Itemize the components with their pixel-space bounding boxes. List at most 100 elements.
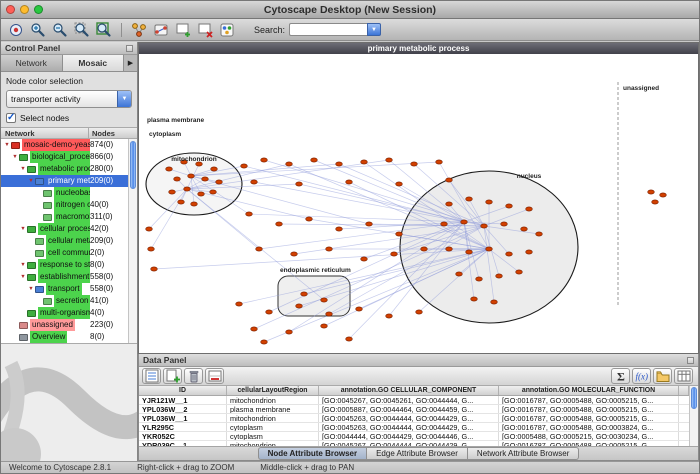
svg-text:Σ: Σ <box>617 370 625 384</box>
tree-row[interactable]: ▼primary metab209(0) <box>1 175 128 187</box>
tab-mosaic[interactable]: Mosaic <box>63 55 125 71</box>
table-cell[interactable]: YLR295C <box>139 423 227 431</box>
table-cell[interactable]: mitochondrion <box>227 396 319 404</box>
table-cell[interactable]: YPL036W__1 <box>139 414 227 422</box>
expand-arrow-icon[interactable]: ▼ <box>19 223 27 235</box>
tree-row[interactable]: macromolecule311(0) <box>1 211 128 223</box>
select-attributes-icon[interactable] <box>142 368 161 384</box>
attribute-table: IDcellularLayoutRegionannotation.GO CELL… <box>139 386 689 446</box>
table-cell[interactable]: [GO:0045263, GO:0044444, GO:0044429, G..… <box>319 414 499 422</box>
hide-selected-icon[interactable] <box>151 21 171 39</box>
node-count: 558(0) <box>90 283 128 295</box>
tree-row[interactable]: ▼metabolic process280(0) <box>1 163 128 175</box>
create-view-icon[interactable] <box>173 21 193 39</box>
first-neighbors-icon[interactable] <box>129 21 149 39</box>
select-nodes-option[interactable]: ✓ Select nodes <box>1 111 137 127</box>
tree-row[interactable]: cell communica2(0) <box>1 247 128 259</box>
zoom-out-icon[interactable] <box>50 21 70 39</box>
table-scrollbar[interactable] <box>689 386 698 446</box>
table-cell[interactable]: [GO:0016787, GO:0005488, GO:0005215, G..… <box>499 396 679 404</box>
attribute-grid-icon[interactable] <box>674 368 693 384</box>
expand-arrow-icon[interactable]: ▼ <box>11 151 19 163</box>
tree-row[interactable]: ▼response to stimul8(0) <box>1 259 128 271</box>
node-count: 4(0) <box>90 307 128 319</box>
search-dropdown-icon[interactable]: ▼ <box>367 23 381 36</box>
destroy-view-icon[interactable] <box>195 21 215 39</box>
expand-arrow-icon[interactable]: ▼ <box>19 259 27 271</box>
float-panel-icon[interactable] <box>687 357 694 364</box>
vizmapper-icon[interactable] <box>217 21 237 39</box>
snapshot-icon[interactable] <box>6 21 26 39</box>
zoom-in-icon[interactable] <box>28 21 48 39</box>
table-cell[interactable]: [GO:0045267, GO:0045261, GO:0044444, G..… <box>319 396 499 404</box>
expand-arrow-icon[interactable]: ▼ <box>27 175 35 187</box>
expand-arrow-icon[interactable]: ▼ <box>27 283 35 295</box>
window-titlebar: Cytoscape Desktop (New Session) <box>1 1 699 19</box>
color-attribute-dropdown[interactable]: transporter activity ▼ <box>6 90 132 108</box>
tab-node-attribute-browser[interactable]: Node Attribute Browser <box>258 447 368 460</box>
table-cell[interactable]: [GO:0016787, GO:0005488, GO:0005215, G..… <box>499 414 679 422</box>
table-cell[interactable]: [GO:0005488, GO:0005215, GO:0030234, G..… <box>499 432 679 440</box>
sum-icon[interactable]: Σ <box>611 368 630 384</box>
tree-row[interactable]: Overview8(0) <box>1 331 128 343</box>
table-row[interactable]: YKR052Ccytoplasm[GO:0044444, GO:0044429,… <box>139 432 689 441</box>
table-cell[interactable]: [GO:0044444, GO:0044429, GO:0044446, G..… <box>319 432 499 440</box>
table-column-header[interactable]: annotation.GO CELLULAR_COMPONENT <box>319 386 499 395</box>
tree-scrollbar-thumb[interactable] <box>130 141 136 189</box>
table-scrollbar-thumb[interactable] <box>691 387 697 409</box>
tree-row[interactable]: ▼biological_process866(0) <box>1 151 128 163</box>
expand-arrow-icon[interactable]: ▼ <box>19 163 27 175</box>
birdseye-view[interactable] <box>1 344 137 461</box>
tree-label: cellular metabo <box>46 235 90 247</box>
table-row[interactable]: YJR121W__1mitochondrion[GO:0045267, GO:0… <box>139 396 689 405</box>
delete-row-icon[interactable] <box>205 368 224 384</box>
zoom-fit-icon[interactable] <box>94 21 114 39</box>
table-column-header[interactable]: annotation.GO MOLECULAR_FUNCTION <box>499 386 679 395</box>
table-cell[interactable]: mitochondrion <box>227 414 319 422</box>
zoom-region-icon[interactable] <box>72 21 92 39</box>
tree-label: multi-organism pro <box>38 307 90 319</box>
node-count: 558(0) <box>90 271 128 283</box>
table-cell[interactable]: cytoplasm <box>227 423 319 431</box>
table-column-header[interactable]: ID <box>139 386 227 395</box>
table-cell[interactable]: YJR121W__1 <box>139 396 227 404</box>
tree-row[interactable]: nitrogen compo40(0) <box>1 199 128 211</box>
delete-attribute-icon[interactable] <box>184 368 203 384</box>
table-cell[interactable]: [GO:0045263, GO:0044444, GO:0044429, G..… <box>319 423 499 431</box>
expand-arrow-icon[interactable]: ▼ <box>19 271 27 283</box>
import-attributes-icon[interactable] <box>653 368 672 384</box>
table-cell[interactable]: [GO:0016787, GO:0005488, GO:0003824, G..… <box>499 423 679 431</box>
table-cell[interactable]: plasma membrane <box>227 405 319 413</box>
tree-row[interactable]: nucleobase... <box>1 187 128 199</box>
tree-row[interactable]: cellular metabo209(0) <box>1 235 128 247</box>
tree-row[interactable]: unassigned223(0) <box>1 319 128 331</box>
tab-edge-attribute-browser[interactable]: Edge Attribute Browser <box>367 447 468 460</box>
tree-row[interactable]: secretion41(0) <box>1 295 128 307</box>
tree-row[interactable]: ▼mosaic-demo-yeast874(0) <box>1 139 128 151</box>
tree-scrollbar[interactable] <box>128 139 137 343</box>
tree-row[interactable]: ▼transport558(0) <box>1 283 128 295</box>
table-row[interactable]: YPL036W__1mitochondrion[GO:0045263, GO:0… <box>139 414 689 423</box>
tree-row[interactable]: ▼cellular process42(0) <box>1 223 128 235</box>
search-input[interactable] <box>289 23 367 36</box>
table-cell[interactable]: cytoplasm <box>227 432 319 440</box>
tree-row[interactable]: ▼establishment of lo558(0) <box>1 271 128 283</box>
float-panel-icon[interactable] <box>126 45 133 52</box>
tree-row[interactable]: multi-organism pro4(0) <box>1 307 128 319</box>
table-column-header[interactable]: cellularLayoutRegion <box>227 386 319 395</box>
table-row[interactable]: YLR295Ccytoplasm[GO:0045263, GO:0044444,… <box>139 423 689 432</box>
create-attribute-icon[interactable] <box>163 368 182 384</box>
tab-overflow-icon[interactable]: ▶ <box>124 55 137 71</box>
tab-network[interactable]: Network <box>1 55 63 71</box>
tab-network-attribute-browser[interactable]: Network Attribute Browser <box>468 447 579 460</box>
formula-builder-icon[interactable]: f(x) <box>632 368 651 384</box>
table-cell[interactable]: [GO:0005887, GO:0044464, GO:0044459, G..… <box>319 405 499 413</box>
expand-arrow-icon[interactable]: ▼ <box>3 139 11 151</box>
table-cell[interactable]: YKR052C <box>139 432 227 440</box>
table-cell[interactable]: YPL036W__2 <box>139 405 227 413</box>
table-row[interactable]: YPL036W__2plasma membrane[GO:0005887, GO… <box>139 405 689 414</box>
select-nodes-checkbox[interactable]: ✓ <box>6 113 16 123</box>
table-cell[interactable]: [GO:0016787, GO:0005488, GO:0005215, G..… <box>499 405 679 413</box>
network-canvas[interactable]: plasma membranecytoplasmmitochondrionnuc… <box>139 54 698 353</box>
tree-label: response to stimul <box>38 259 90 271</box>
